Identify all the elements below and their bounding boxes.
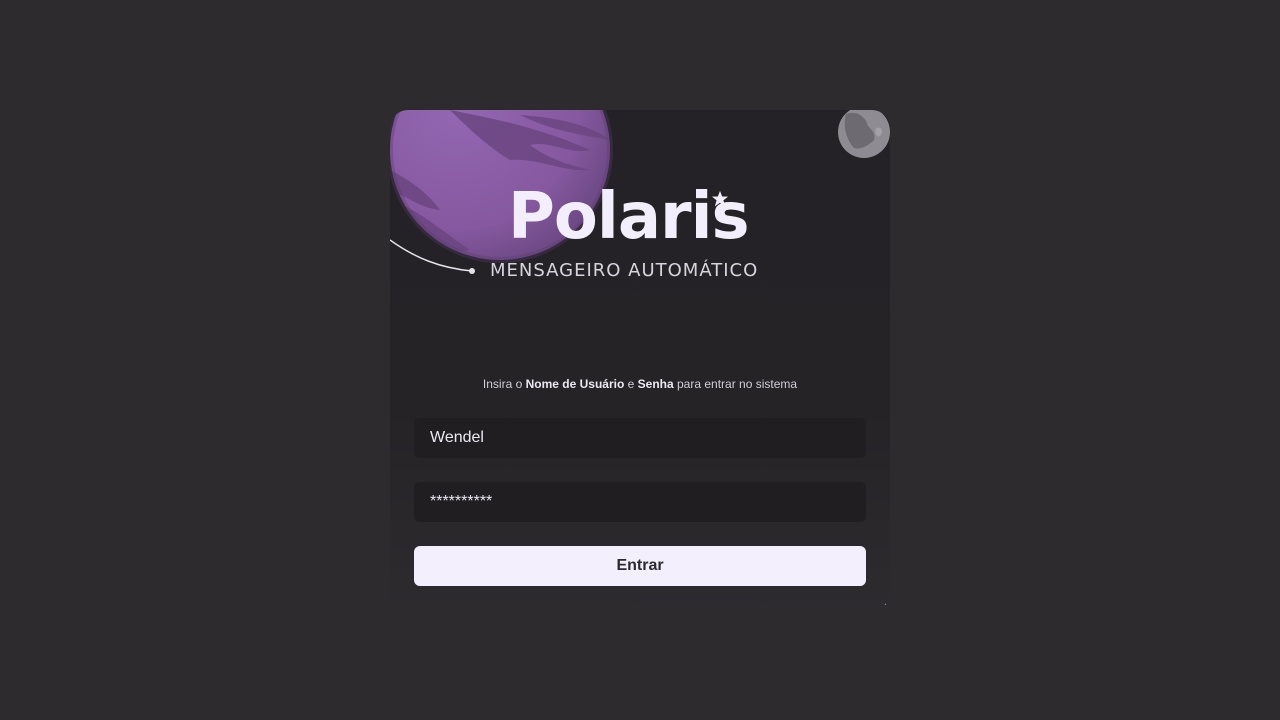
instruction-joiner: e: [624, 377, 638, 391]
instruction-suffix: para entrar no sistema: [673, 377, 798, 391]
star-icon: [711, 190, 729, 207]
instruction-prefix: Insira o: [482, 377, 526, 391]
login-button[interactable]: Entrar: [414, 546, 866, 586]
username-input[interactable]: [414, 418, 866, 458]
brand-logo: Polaris: [508, 181, 778, 253]
moon-illustration: [838, 110, 890, 158]
orbit-line: [390, 239, 475, 274]
brand-tagline: MENSAGEIRO AUTOMÁTICO: [490, 260, 759, 281]
login-instruction: Insira o Nome de Usuário e Senha para en…: [390, 377, 890, 391]
password-input[interactable]: [414, 482, 866, 522]
instruction-username-term: Nome de Usuário: [525, 377, 625, 391]
instruction-password-term: Senha: [637, 377, 674, 391]
login-card: Polaris MENSAGEIRO AUTOMÁTICO Insira o N…: [390, 110, 890, 610]
